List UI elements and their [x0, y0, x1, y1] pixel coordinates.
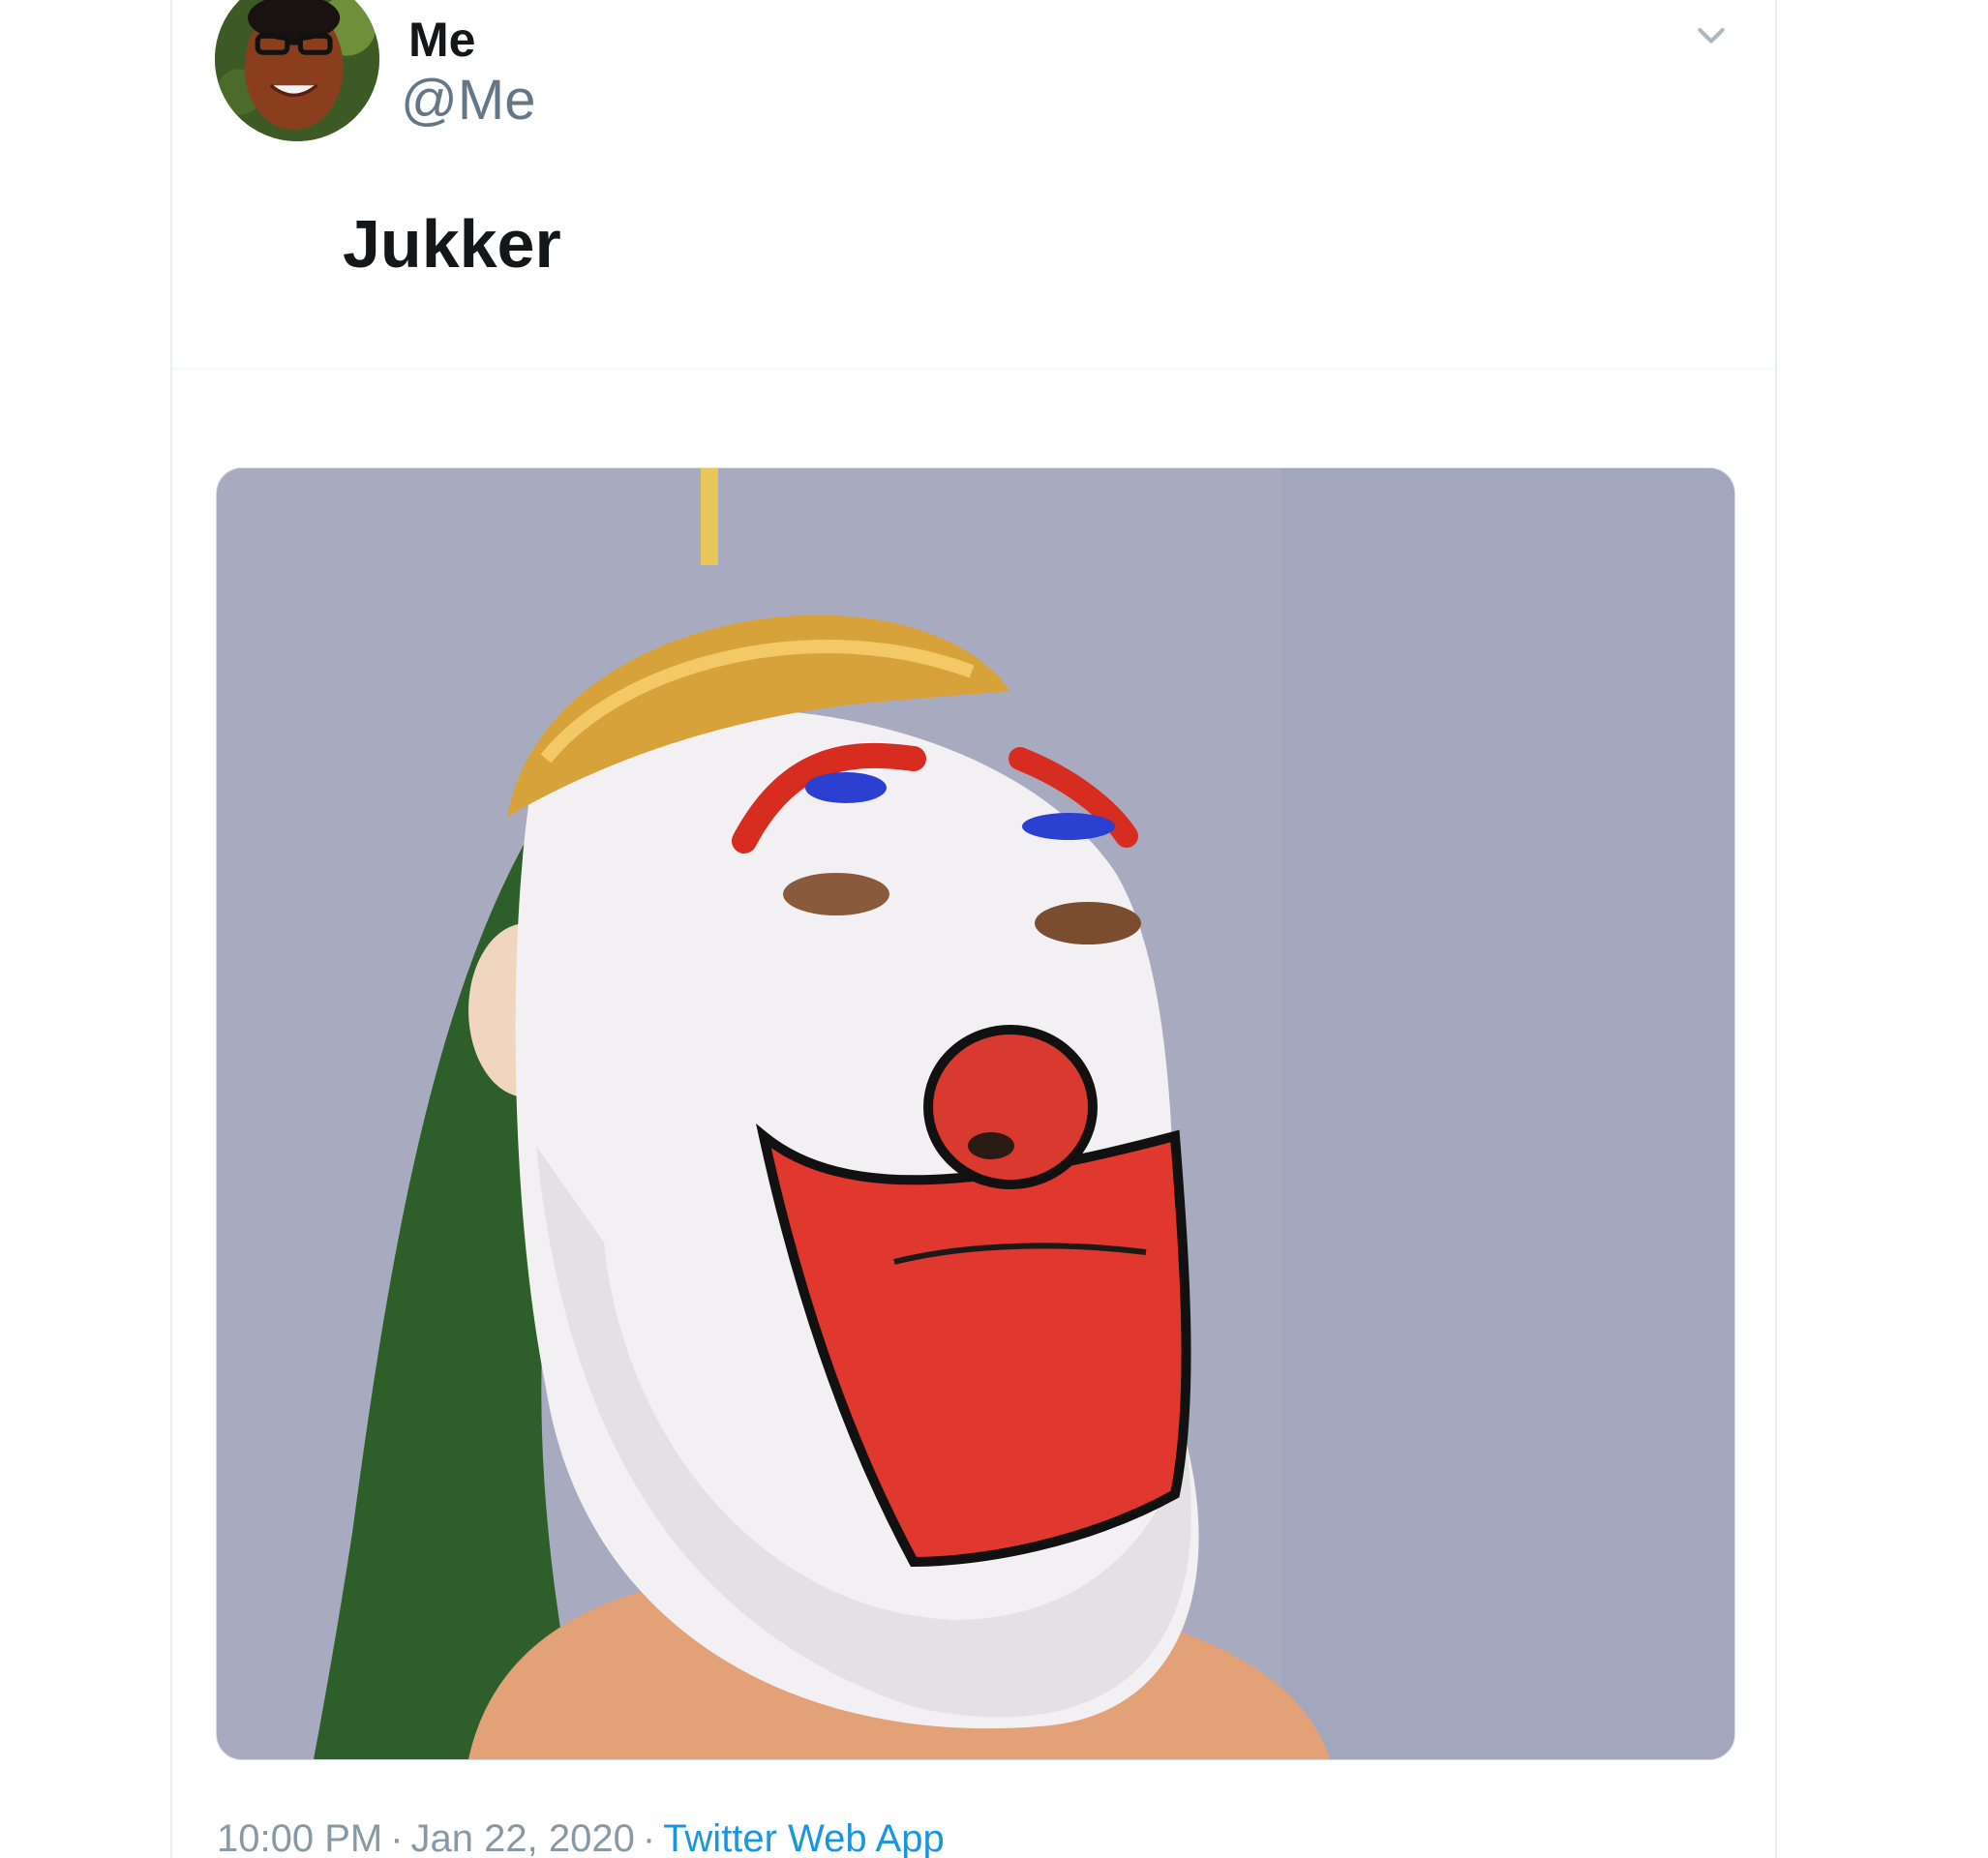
user-handle[interactable]: @Me: [401, 68, 535, 133]
display-name[interactable]: Me: [408, 12, 475, 68]
avatar-photo: [215, 0, 379, 141]
tweet-text: Jukker: [343, 206, 561, 282]
tweet-source-link[interactable]: Twitter Web App: [663, 1817, 945, 1858]
tweet-date[interactable]: Jan 22, 2020: [411, 1817, 635, 1858]
tweet-media-image[interactable]: [217, 468, 1734, 1759]
separator: ·: [390, 1817, 404, 1858]
divider: [172, 368, 1775, 370]
chevron-down-icon[interactable]: [1692, 15, 1731, 54]
avatar[interactable]: [215, 0, 379, 141]
separator: ·: [642, 1817, 656, 1858]
tweet-meta: 10:00 PM · Jan 22, 2020 · Twitter Web App: [217, 1817, 945, 1858]
tweet-card: Me @Me Jukker 10:00 PM · Jan 22, 2020 · …: [170, 0, 1777, 1858]
page: Me @Me Jukker 10:00 PM · Jan 22, 2020 · …: [0, 0, 1988, 1858]
tweet-time[interactable]: 10:00 PM: [217, 1817, 382, 1858]
